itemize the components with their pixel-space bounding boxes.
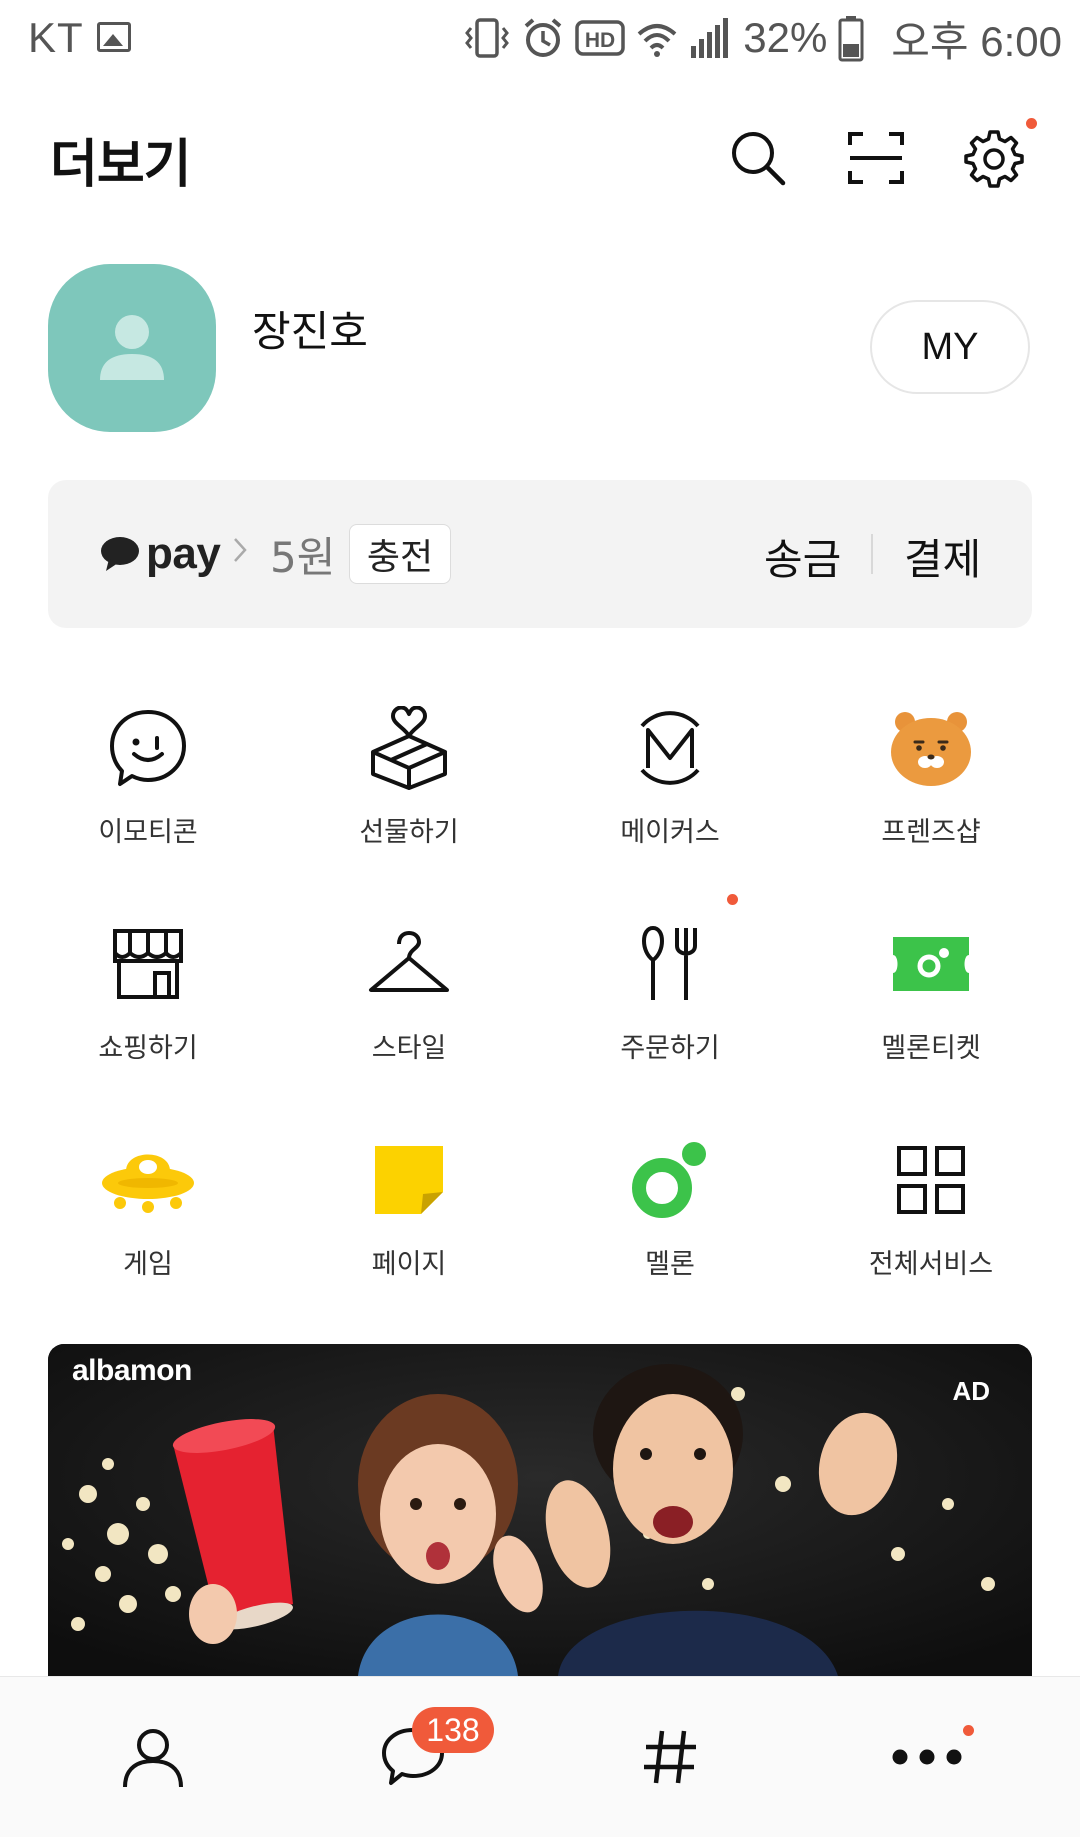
wifi-icon	[635, 16, 679, 60]
header: 더보기	[0, 100, 1080, 210]
pay-logo-text: pay	[146, 529, 221, 578]
pay-divider	[871, 534, 873, 574]
tab-hash[interactable]	[540, 1677, 800, 1837]
scan-icon	[848, 132, 904, 184]
service-friends-shop[interactable]: 프렌즈샵	[821, 698, 1041, 888]
service-page[interactable]: 페이지	[299, 1130, 519, 1320]
ad-banner[interactable]: albamon AD	[48, 1344, 1032, 1676]
service-all[interactable]: 전체서비스	[821, 1130, 1041, 1320]
ad-brand-logo: albamon	[72, 1354, 192, 1387]
clock: 오후 6:00	[891, 17, 1062, 65]
hashtag-icon	[644, 1730, 696, 1784]
speech-bubble-icon	[101, 537, 139, 571]
storefront-icon	[98, 914, 198, 1014]
search-button[interactable]	[722, 122, 794, 194]
service-label: 이모티콘	[98, 817, 198, 848]
melon-icon	[620, 1130, 720, 1230]
ad-badge: AD	[952, 1376, 990, 1406]
service-label: 프렌즈샵	[881, 817, 981, 848]
charge-button[interactable]: 충전	[349, 524, 451, 584]
hanger-icon	[359, 914, 459, 1014]
service-label: 선물하기	[359, 817, 459, 848]
pay-logo[interactable]: pay	[100, 526, 221, 582]
ryan-character-icon	[881, 698, 981, 798]
chat-unread-badge: 138	[412, 1707, 494, 1753]
gear-icon	[964, 130, 1024, 188]
fork-knife-icon	[620, 914, 720, 1014]
more-dots-icon	[892, 1749, 962, 1765]
ufo-game-icon	[98, 1130, 198, 1230]
makers-m-icon	[620, 698, 720, 798]
alarm-icon	[521, 16, 565, 60]
image-notification-icon	[97, 22, 131, 52]
ticket-icon	[881, 914, 981, 1014]
battery-percent: 32%	[743, 14, 828, 61]
default-profile-icon	[100, 315, 164, 380]
signal-icon	[689, 16, 729, 60]
status-bar: KT HD 32% 오후 6:00	[0, 0, 1080, 78]
hd-icon: HD	[575, 18, 625, 58]
pay-card: pay 5원 충전 송금 결제	[48, 480, 1032, 628]
profile-name[interactable]: 장진호	[252, 298, 368, 359]
my-button[interactable]: MY	[870, 300, 1030, 394]
tab-more[interactable]	[797, 1677, 1057, 1837]
send-money-button[interactable]: 송금	[764, 526, 841, 587]
service-label: 메이커스	[620, 817, 720, 848]
gift-box-icon	[359, 698, 459, 798]
grid-icon	[881, 1130, 981, 1230]
carrier-label: KT	[28, 14, 84, 61]
tab-friends[interactable]	[23, 1677, 283, 1837]
person-icon	[123, 1729, 183, 1788]
qr-scan-button[interactable]	[840, 122, 912, 194]
vibrate-icon	[463, 14, 511, 62]
search-icon	[732, 132, 786, 186]
hd-label: HD	[585, 29, 615, 52]
pay-balance[interactable]: 5원	[270, 524, 335, 585]
ad-photo	[48, 1344, 1032, 1676]
settings-notification-dot	[1026, 118, 1037, 129]
service-shopping[interactable]: 쇼핑하기	[38, 914, 258, 1104]
service-label: 멜론티켓	[881, 1033, 981, 1064]
payment-button[interactable]: 결제	[904, 526, 981, 587]
service-label: 쇼핑하기	[98, 1033, 198, 1064]
service-label: 멜론	[645, 1249, 695, 1280]
bottom-nav: 138	[0, 1676, 1080, 1837]
service-label: 페이지	[371, 1249, 447, 1280]
service-label: 게임	[123, 1249, 173, 1280]
settings-button[interactable]	[958, 118, 1037, 194]
service-label: 주문하기	[620, 1033, 720, 1064]
tab-chats[interactable]	[283, 1677, 543, 1837]
more-notification-dot	[963, 1725, 974, 1736]
avatar[interactable]	[48, 264, 216, 432]
emoticon-icon	[98, 698, 198, 798]
page-note-icon	[359, 1130, 459, 1230]
battery-icon	[837, 14, 865, 62]
service-melon-ticket[interactable]: 멜론티켓	[821, 914, 1041, 1104]
service-emoticon[interactable]: 이모티콘	[38, 698, 258, 888]
service-makers[interactable]: 메이커스	[560, 698, 780, 888]
service-gift[interactable]: 선물하기	[299, 698, 519, 888]
service-label: 전체서비스	[868, 1249, 994, 1280]
order-notification-dot	[727, 894, 738, 905]
service-melon[interactable]: 멜론	[560, 1130, 780, 1320]
service-game[interactable]: 게임	[38, 1130, 258, 1320]
chevron-right-icon	[234, 538, 247, 562]
service-style[interactable]: 스타일	[299, 914, 519, 1104]
service-order[interactable]: 주문하기	[560, 894, 780, 1104]
status-icons: HD 32% 오후 6:00	[463, 8, 1062, 68]
service-label: 스타일	[371, 1033, 447, 1064]
page-title: 더보기	[50, 135, 192, 195]
